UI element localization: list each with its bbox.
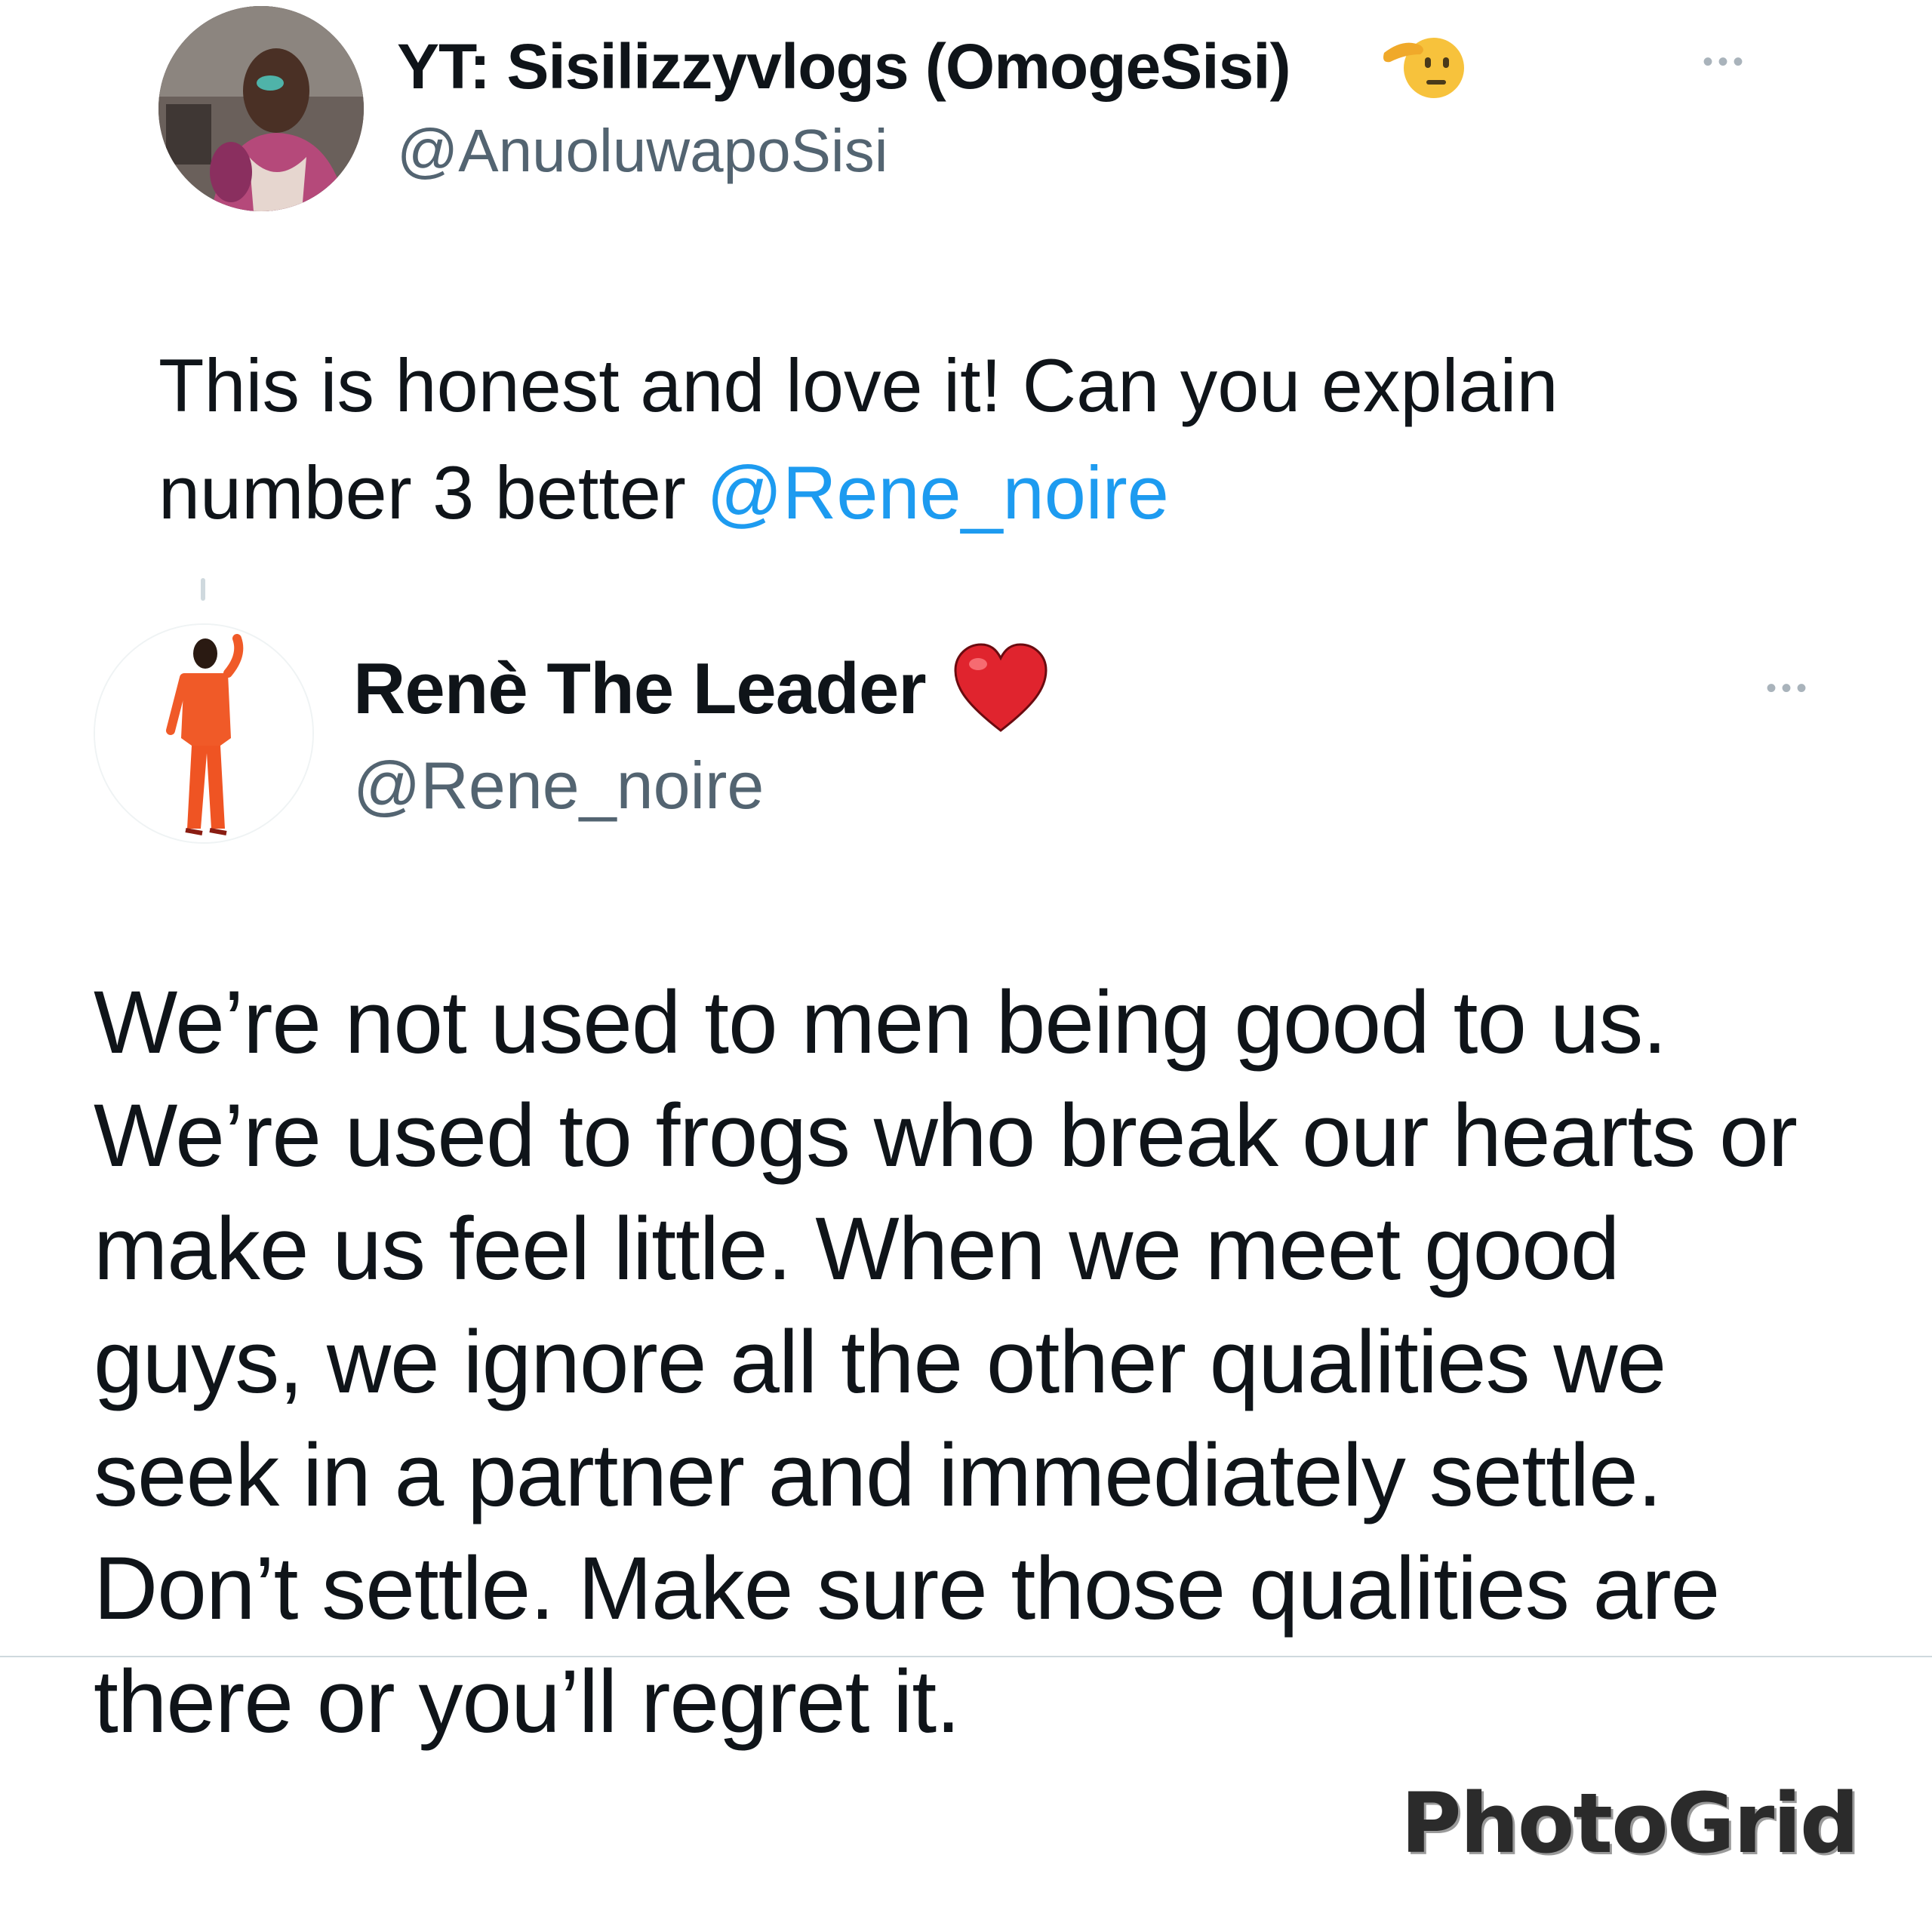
divider bbox=[0, 1656, 1932, 1657]
author-handle[interactable]: @AnuoluwapoSisi bbox=[397, 113, 888, 189]
author-avatar-rene[interactable] bbox=[94, 623, 314, 844]
avatar-photo bbox=[95, 625, 312, 842]
thread-connector bbox=[201, 578, 205, 601]
tweet-text: This is honest and love it! Can you expl… bbox=[158, 332, 1668, 546]
photogrid-watermark: PhotoGrid bbox=[1401, 1775, 1860, 1872]
tweet-text: We’re not used to men being good to us. … bbox=[94, 973, 1798, 1752]
author-display-name[interactable]: YT: Sisilizzyvlogs (OmogeSisi) bbox=[397, 29, 1291, 104]
avatar-photo bbox=[158, 6, 364, 211]
red-heart-icon bbox=[952, 641, 1049, 735]
mention-link[interactable]: @Rene_noire bbox=[706, 451, 1168, 534]
saluting-face-icon bbox=[1381, 23, 1464, 106]
author-avatar-sisi[interactable] bbox=[158, 6, 364, 211]
author-display-name[interactable]: Renè The Leader bbox=[353, 648, 927, 731]
more-options-icon[interactable]: ••• bbox=[1703, 47, 1748, 77]
more-options-icon[interactable]: ••• bbox=[1766, 673, 1811, 703]
author-handle[interactable]: @Rene_noire bbox=[353, 744, 764, 827]
